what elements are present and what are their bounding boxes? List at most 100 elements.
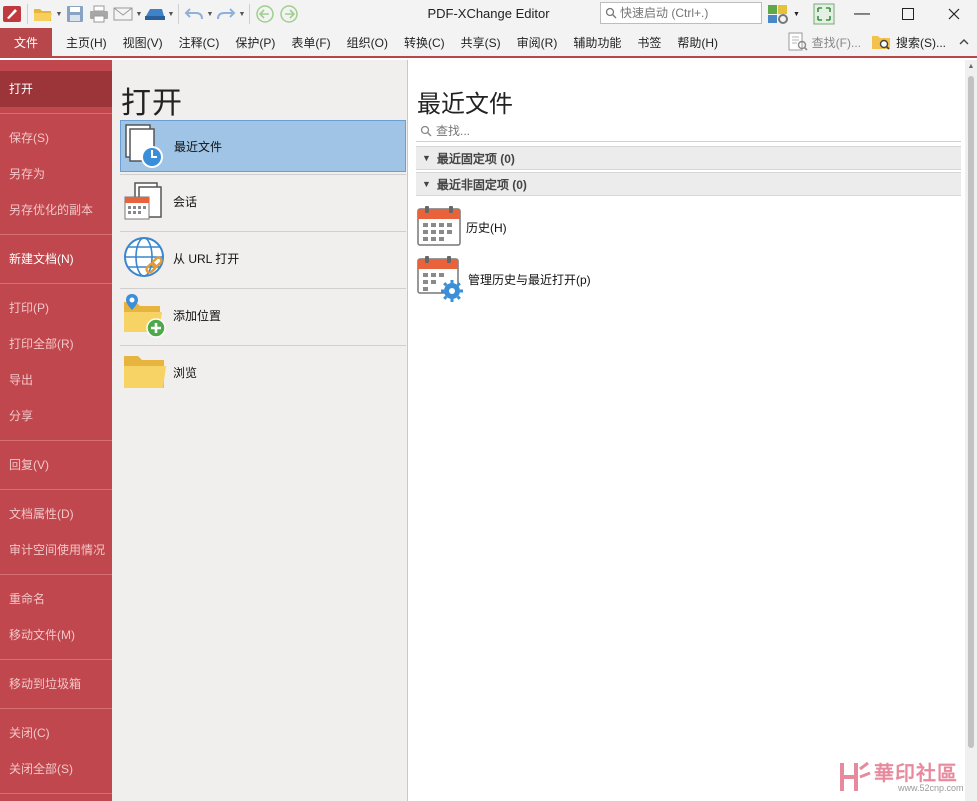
pinned-group-header[interactable]: ▼ 最近固定项 (0) [416,146,961,170]
chevron-down-icon: ▼ [422,179,431,189]
nav-save[interactable]: 保存(S) [0,120,112,156]
nav-revert[interactable]: 回复(V) [0,447,112,483]
ui-options-icon [768,5,788,24]
pinned-group-label: 最近固定项 (0) [436,151,515,166]
nav-save-optimized-copy[interactable]: 另存优化的副本 [0,192,112,228]
history-label: 历史(H) [466,220,507,235]
search-folder-icon [872,36,890,50]
print-icon[interactable] [88,3,110,25]
menu-accessibility[interactable]: 辅助功能 [565,28,629,56]
minimize-button[interactable]: — [839,0,885,28]
nav-move-to-trash[interactable]: 移动到垃圾箱 [0,666,112,702]
calendar-icon [417,206,461,246]
nav-divider [0,440,112,441]
nav-print-all[interactable]: 打印全部(R) [0,326,112,362]
maximize-icon [902,8,914,20]
menu-convert[interactable]: 转换(C) [396,28,453,56]
redo-icon[interactable] [215,3,237,25]
nav-rename[interactable]: 重命名 [0,581,112,617]
menu-help[interactable]: 帮助(H) [669,28,726,56]
menu-share[interactable]: 共享(S) [453,28,509,56]
menu-bookmarks[interactable]: 书签 [629,28,669,56]
nav-print[interactable]: 打印(P) [0,290,112,326]
nav-save-as[interactable]: 另存为 [0,156,112,192]
nav-close[interactable]: 关闭(C) [0,715,112,751]
search-button[interactable]: 搜索(S)... [866,32,951,52]
backstage-nav: 打开 保存(S) 另存为 另存优化的副本 新建文档(N) 打印(P) 打印全部(… [0,60,112,801]
find-label: 查找(F)... [811,35,861,50]
nav-audit-space-usage[interactable]: 审计空间使用情况 [0,532,112,568]
find-button[interactable]: 查找(F)... [782,32,866,52]
unpinned-group-header[interactable]: ▼ 最近非固定项 (0) [416,172,961,196]
option-recent-files[interactable]: 最近文件 [120,120,406,172]
menu-view[interactable]: 视图(V) [115,28,171,56]
recent-files-icon [121,121,171,171]
menu-home[interactable]: 主页(H) [58,28,115,56]
option-browse[interactable]: 浏览 [120,346,406,398]
folder-icon [120,347,170,397]
nav-document-properties[interactable]: 文档属性(D) [0,496,112,532]
chevron-down-icon[interactable]: ▼ [55,11,63,18]
open-folder-icon[interactable] [32,3,54,25]
back-icon[interactable] [254,3,276,25]
menu-organize[interactable]: 组织(O) [339,28,396,56]
nav-divider [0,574,112,575]
recent-search-input[interactable] [436,123,936,138]
close-button[interactable] [931,0,977,28]
nav-new-document[interactable]: 新建文档(N) [0,241,112,277]
recent-search-box[interactable] [416,120,961,142]
quick-launch-box[interactable] [600,2,762,24]
email-icon[interactable] [112,3,134,25]
quick-launch-input[interactable] [620,6,750,20]
chevron-down-icon: ▼ [422,153,431,163]
history-item[interactable]: 历史(H) [416,203,507,251]
toolbar-separator [27,4,28,24]
menu-file[interactable]: 文件 [0,28,52,56]
scan-icon[interactable] [144,3,166,25]
menu-form[interactable]: 表单(F) [283,28,338,56]
nav-close-all[interactable]: 关闭全部(S) [0,751,112,787]
nav-open[interactable]: 打开 [0,71,112,107]
close-icon [948,8,960,20]
nav-divider [0,793,112,794]
search-label: 搜索(S)... [896,35,946,50]
chevron-down-icon[interactable]: ▼ [793,11,800,18]
nav-divider [0,708,112,709]
unpinned-group-label: 最近非固定项 (0) [436,177,527,192]
nav-share[interactable]: 分享 [0,398,112,434]
option-add-place[interactable]: 添加位置 [120,289,406,341]
manage-history-item[interactable]: 管理历史与最近打开(p) [416,255,591,303]
collapse-ribbon-button[interactable] [951,38,977,46]
nav-divider [0,489,112,490]
nav-export[interactable]: 导出 [0,362,112,398]
option-label: 浏览 [173,365,198,380]
menu-protect[interactable]: 保护(P) [227,28,283,56]
scroll-up-icon[interactable]: ▲ [965,60,977,74]
toolbar-separator [249,4,250,24]
forward-icon[interactable] [278,3,300,25]
menu-comment[interactable]: 注释(C) [171,28,228,56]
manage-history-label: 管理历史与最近打开(p) [468,272,591,287]
watermark-text: 華印社區 [874,763,958,785]
globe-link-icon [120,233,170,283]
nav-move-file[interactable]: 移动文件(M) [0,617,112,653]
chevron-down-icon[interactable]: ▼ [135,11,143,18]
option-open-from-url[interactable]: 从 URL 打开 [120,232,406,284]
full-screen-button[interactable] [813,2,835,26]
ui-options-button[interactable]: ▼ [767,2,800,26]
toolbar-separator [178,4,179,24]
save-icon[interactable] [64,3,86,25]
app-logo-icon[interactable] [1,3,23,25]
menu-review[interactable]: 审阅(R) [509,28,566,56]
maximize-button[interactable] [885,0,931,28]
watermark-logo-icon [840,761,871,791]
find-document-icon [788,32,808,51]
option-sessions[interactable]: 会话 [120,175,406,227]
title-bar: ▼ ▼ ▼ ▼ ▼ PDF-XChange Editor 快速启动 (Ctrl+… [0,0,977,28]
chevron-down-icon[interactable]: ▼ [238,11,246,18]
chevron-down-icon[interactable]: ▼ [206,11,214,18]
scrollbar-thumb[interactable] [968,76,974,748]
undo-icon[interactable] [183,3,205,25]
vertical-scrollbar[interactable]: ▲ [965,60,977,801]
chevron-down-icon[interactable]: ▼ [167,11,175,18]
